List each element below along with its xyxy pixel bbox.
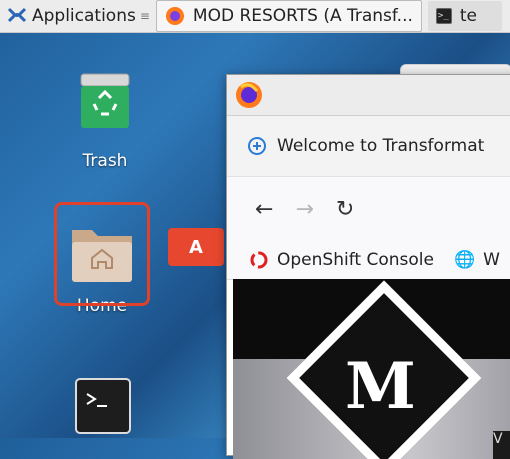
bookmarks-toolbar: OpenShift Console 🌐 W: [227, 241, 510, 280]
logo-letter: M: [345, 349, 416, 424]
firefox-icon: [165, 7, 184, 25]
bookmark-openshift-console[interactable]: OpenShift Console: [277, 250, 434, 270]
tab-favicon-icon: [248, 137, 266, 155]
back-arrow-icon[interactable]: ←: [255, 197, 273, 222]
menu-separator-icon: ≡: [139, 9, 150, 23]
desktop-terminal[interactable]: [70, 378, 136, 439]
taskbar-firefox[interactable]: MOD RESORTS (A Transf...: [155, 0, 422, 32]
page-content: M V: [233, 279, 510, 459]
firefox-window: Welcome to Transformat ← → ↻ OpenShift C…: [226, 74, 510, 459]
annotation-tag: A: [168, 228, 224, 266]
page-corner-text: V: [493, 431, 510, 459]
navigation-toolbar: ← → ↻: [227, 176, 510, 241]
tab-title[interactable]: Welcome to Transformat: [277, 136, 484, 156]
bookmark-second[interactable]: W: [483, 250, 500, 270]
desktop-trash[interactable]: Trash: [64, 72, 146, 171]
taskbar-terminal[interactable]: >_ te: [427, 1, 502, 31]
terminal-icon: [75, 378, 131, 434]
annotation-highlight-box: [54, 202, 150, 306]
openshift-icon: [250, 251, 268, 269]
applications-label: Applications: [32, 6, 136, 26]
applications-menu[interactable]: Applications ≡: [0, 5, 150, 27]
taskbar-terminal-title: te: [459, 6, 478, 26]
trash-label: Trash: [82, 151, 128, 171]
taskbar-firefox-title: MOD RESORTS (A Transf...: [192, 6, 413, 26]
window-titlebar[interactable]: [227, 75, 510, 116]
terminal-icon: >_: [435, 8, 452, 24]
reload-icon[interactable]: ↻: [336, 197, 354, 222]
tab-bar: Welcome to Transformat: [227, 116, 510, 176]
xfce-logo-icon: [7, 7, 27, 23]
firefox-icon: [236, 82, 262, 108]
forward-arrow-icon[interactable]: →: [295, 197, 313, 222]
globe-icon: 🌐: [453, 250, 476, 270]
trash-icon: [80, 73, 130, 128]
top-panel: Applications ≡ MOD RESORTS (A Transf... …: [0, 0, 510, 33]
